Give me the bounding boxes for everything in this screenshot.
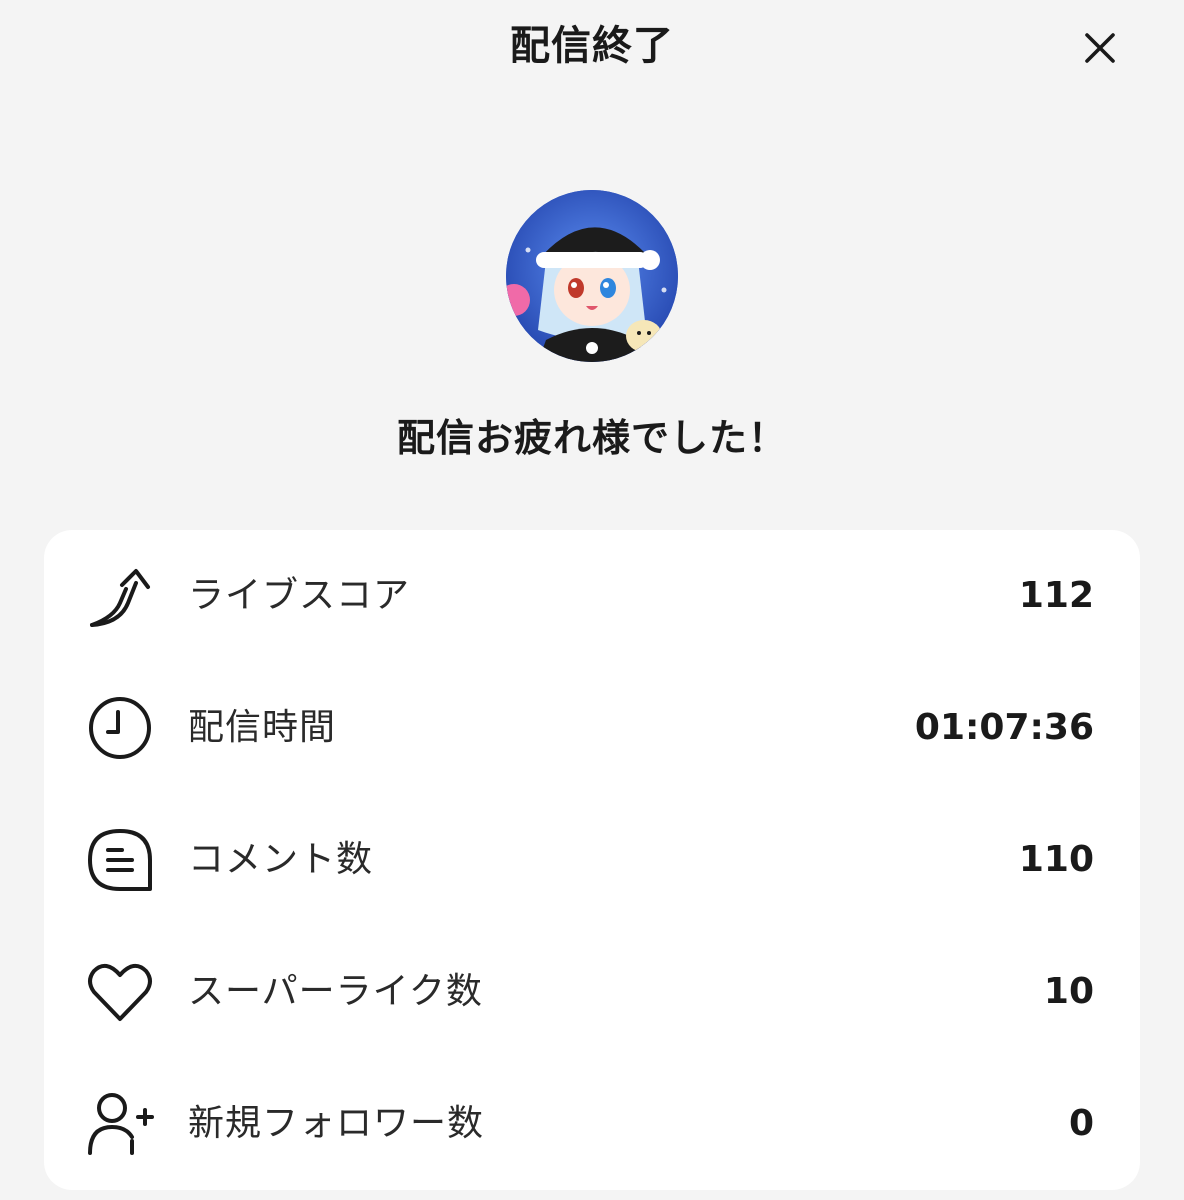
close-button[interactable] (1078, 26, 1122, 70)
stat-value: 110 (1018, 839, 1094, 880)
heart-icon (86, 959, 154, 1025)
stat-row-stream-time: 配信時間 01:07:36 (44, 662, 1140, 794)
stat-row-live-score: ライブスコア 112 (44, 530, 1140, 662)
clock-icon (86, 695, 154, 761)
stat-label: スーパーライク数 (188, 971, 483, 1012)
completion-message: 配信お疲れ様でした！ (396, 416, 787, 460)
stat-label: コメント数 (188, 839, 374, 880)
stat-label: 新規フォロワー数 (188, 1103, 485, 1144)
add-user-icon (86, 1091, 154, 1157)
stat-label: 配信時間 (188, 707, 337, 748)
stat-value: 10 (1043, 971, 1094, 1012)
live-score-arrow-icon (86, 563, 154, 629)
stat-value: 0 (1068, 1103, 1094, 1144)
comment-icon (86, 827, 154, 893)
page-title: 配信終了 (510, 23, 674, 69)
avatar (506, 190, 678, 362)
stat-row-comments: コメント数 110 (44, 794, 1140, 926)
stat-value: 01:07:36 (914, 707, 1094, 748)
stats-card: ライブスコア 112 配信時間 01:07:36 コメント数 110 スーパーラ… (44, 530, 1140, 1190)
stat-row-new-followers: 新規フォロワー数 0 (44, 1058, 1140, 1190)
stat-row-super-likes: スーパーライク数 10 (44, 926, 1140, 1058)
close-icon (1085, 33, 1115, 63)
stat-value: 112 (1018, 575, 1094, 616)
avatar-image (506, 190, 678, 362)
header: 配信終了 (0, 0, 1184, 96)
stat-label: ライブスコア (188, 575, 411, 616)
